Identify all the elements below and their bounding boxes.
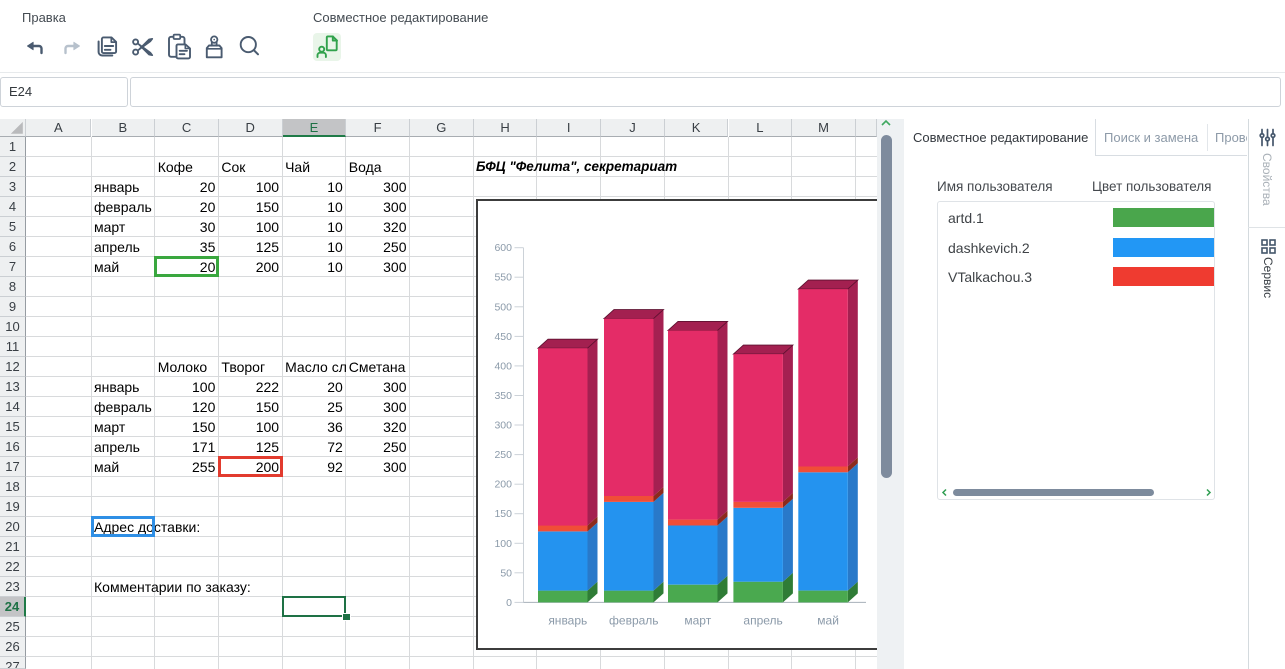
- svg-text:50: 50: [500, 567, 512, 579]
- svg-text:май: май: [817, 614, 839, 628]
- svg-text:300: 300: [494, 420, 512, 432]
- svg-text:550: 550: [494, 272, 512, 284]
- svg-text:500: 500: [494, 301, 512, 313]
- svg-text:февраль: февраль: [609, 614, 659, 628]
- svg-text:март: март: [684, 614, 711, 628]
- svg-text:250: 250: [494, 449, 512, 461]
- svg-text:апрель: апрель: [743, 614, 782, 628]
- svg-text:100: 100: [494, 538, 512, 550]
- svg-text:0: 0: [506, 597, 512, 609]
- svg-text:350: 350: [494, 390, 512, 402]
- svg-text:январь: январь: [548, 614, 587, 628]
- svg-text:200: 200: [494, 479, 512, 491]
- svg-text:450: 450: [494, 331, 512, 343]
- svg-text:400: 400: [494, 360, 512, 372]
- svg-text:150: 150: [494, 508, 512, 520]
- svg-text:600: 600: [494, 242, 512, 254]
